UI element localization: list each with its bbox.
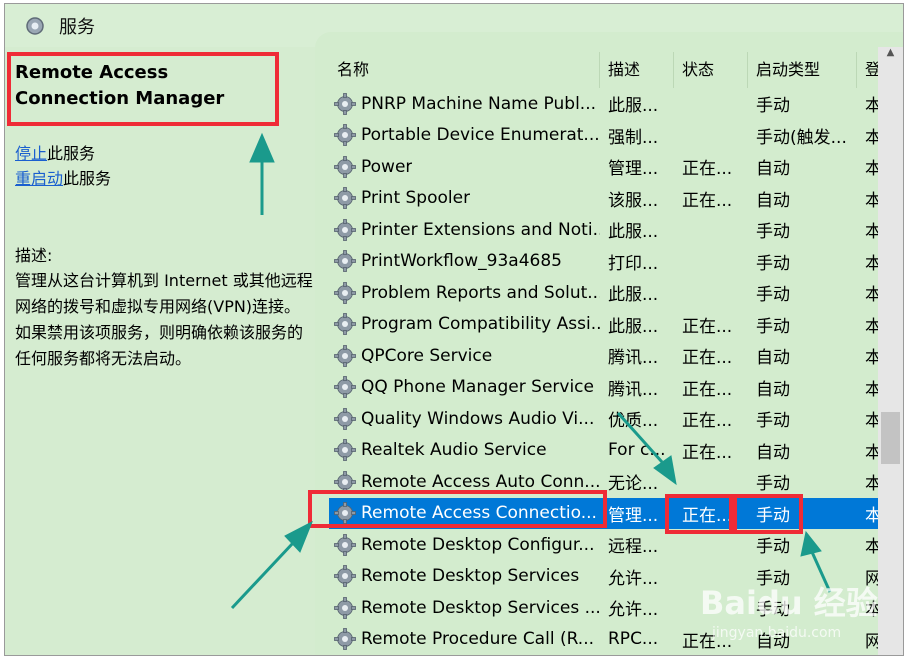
annotation-arrows bbox=[230, 132, 832, 610]
arrow-to-row-icon bbox=[230, 541, 295, 610]
arrow-to-status-icon bbox=[616, 411, 664, 464]
arrowhead-startup-icon bbox=[800, 530, 822, 557]
arrowhead-up-icon bbox=[249, 132, 275, 163]
watermark-url: jingyan.baidu.com bbox=[712, 625, 842, 641]
watermark-logo: Baidu 经验 bbox=[700, 584, 878, 622]
arrowhead-status-icon bbox=[653, 455, 677, 486]
